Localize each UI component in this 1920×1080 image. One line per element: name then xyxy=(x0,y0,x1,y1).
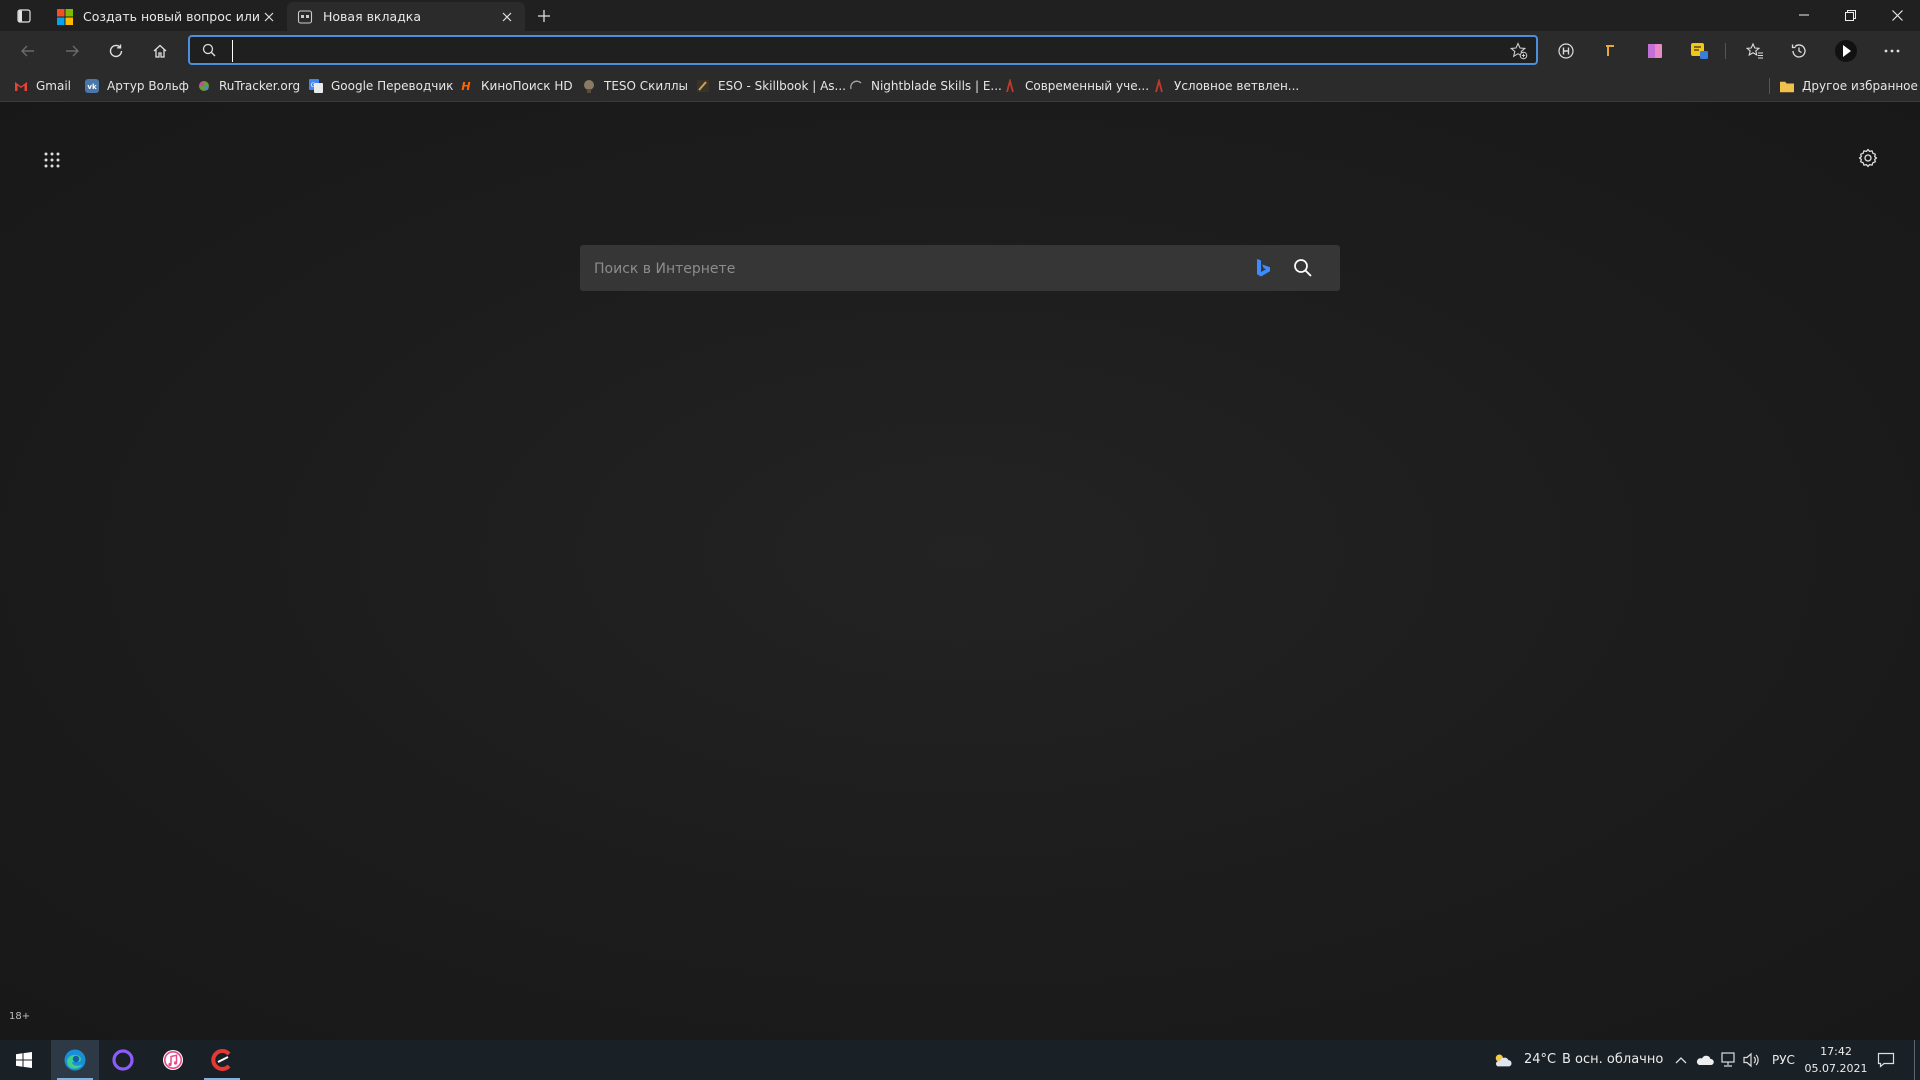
toolbar-divider xyxy=(1725,43,1726,59)
other-favorites-label: Другое избранное xyxy=(1802,79,1918,93)
more-menu-icon[interactable] xyxy=(1880,39,1904,63)
bookmark-nightblade[interactable]: Nightblade Skills | E... xyxy=(849,77,1002,95)
tab-title: Новая вкладка xyxy=(323,9,421,24)
eso-skillbook-icon xyxy=(696,79,710,93)
svg-text:G: G xyxy=(311,82,316,89)
svg-text:H: H xyxy=(461,80,470,93)
history-icon[interactable] xyxy=(1787,39,1811,63)
tab-actions-icon[interactable] xyxy=(8,4,40,28)
clock-time: 17:42 xyxy=(1820,1045,1852,1058)
bookmarks-bar: Gmail vk Артур Вольф RuTracker.org G Goo… xyxy=(0,71,1920,102)
address-bar[interactable] xyxy=(188,35,1538,65)
show-desktop-divider[interactable] xyxy=(1914,1040,1915,1080)
bookmark-label: Условное ветвлен... xyxy=(1174,79,1300,93)
bookmark-label: Артур Вольф xyxy=(107,79,189,93)
tab-close-icon[interactable] xyxy=(261,9,277,25)
tab-close-icon[interactable] xyxy=(499,9,515,25)
rutracker-icon xyxy=(197,79,211,93)
bookmark-rutracker[interactable]: RuTracker.org xyxy=(197,77,300,95)
bing-logo-icon[interactable] xyxy=(1252,257,1274,279)
bookmarks-divider xyxy=(1769,78,1770,94)
bookmark-javascript-info[interactable]: Современный уче... xyxy=(1003,77,1149,95)
weather-cloud-icon[interactable] xyxy=(1493,1050,1513,1070)
new-tab-page: 18+ xyxy=(0,102,1920,1040)
new-tab-plus-icon[interactable] xyxy=(532,5,556,27)
windows-start-icon[interactable] xyxy=(0,1040,48,1080)
javascript-info-icon xyxy=(1003,79,1017,93)
google-translate-icon: G xyxy=(309,79,323,93)
input-language[interactable]: РУС xyxy=(1772,1053,1795,1067)
gear-icon[interactable] xyxy=(1854,144,1882,172)
extension-flag-icon[interactable] xyxy=(1598,39,1622,63)
onedrive-cloud-icon[interactable] xyxy=(1695,1050,1715,1070)
kinopoisk-icon: H xyxy=(459,79,473,93)
close-window-icon[interactable] xyxy=(1874,0,1920,30)
vk-icon: vk xyxy=(85,79,99,93)
taskbar-itunes-icon[interactable] xyxy=(149,1040,197,1080)
gmail-icon xyxy=(14,79,28,93)
refresh-icon[interactable] xyxy=(100,35,132,67)
web-search-box[interactable] xyxy=(580,245,1340,293)
app-launcher-grid-icon[interactable] xyxy=(40,148,64,172)
minimize-icon[interactable] xyxy=(1781,0,1827,30)
volume-icon[interactable] xyxy=(1741,1050,1761,1070)
clock-date: 05.07.2021 xyxy=(1804,1062,1868,1075)
nightblade-icon xyxy=(849,79,863,93)
search-icon xyxy=(202,43,216,57)
javascript-info-icon xyxy=(1152,79,1166,93)
home-icon[interactable] xyxy=(144,35,176,67)
tab-new-tab[interactable]: Новая вкладка xyxy=(287,2,525,31)
new-tab-page-icon xyxy=(297,9,313,25)
add-favorite-star-icon[interactable] xyxy=(1510,42,1528,60)
bookmark-teso[interactable]: TESO Скиллы xyxy=(582,77,688,95)
chevron-up-icon[interactable] xyxy=(1671,1050,1691,1070)
taskbar-cortana-icon[interactable] xyxy=(99,1040,147,1080)
bookmark-label: RuTracker.org xyxy=(219,79,301,93)
teso-icon xyxy=(582,79,596,93)
bookmark-vk[interactable]: vk Артур Вольф xyxy=(85,77,189,95)
windows-taskbar: 24°C В осн. облачно РУС 17:42 05.07.2021 xyxy=(0,1040,1920,1080)
extension-h-icon[interactable] xyxy=(1554,39,1578,63)
restore-icon[interactable] xyxy=(1827,0,1873,30)
bookmark-eso-skillbook[interactable]: ESO - Skillbook | As... xyxy=(696,77,846,95)
bookmark-label: Gmail xyxy=(36,79,72,93)
bookmark-label: TESO Скиллы xyxy=(604,79,689,93)
bookmark-label: Современный уче... xyxy=(1025,79,1150,93)
profile-avatar-icon[interactable] xyxy=(1834,39,1858,63)
address-input[interactable] xyxy=(232,40,1477,62)
bookmark-label: Google Переводчик xyxy=(331,79,454,93)
tab-title: Создать новый вопрос или нач xyxy=(83,9,261,24)
forward-arrow-icon[interactable] xyxy=(56,35,88,67)
tab-create-question[interactable]: Создать новый вопрос или нач xyxy=(47,2,287,31)
weather-temperature[interactable]: 24°C xyxy=(1524,1052,1556,1067)
bookmark-conditional-branching[interactable]: Условное ветвлен... xyxy=(1152,77,1299,95)
taskbar-edge-icon[interactable] xyxy=(51,1040,99,1080)
notifications-icon[interactable] xyxy=(1876,1050,1896,1070)
system-clock[interactable]: 17:42 05.07.2021 xyxy=(1798,1043,1874,1077)
age-rating-badge: 18+ xyxy=(9,1011,31,1022)
weather-description[interactable]: В осн. облачно xyxy=(1562,1052,1663,1067)
search-icon[interactable] xyxy=(1290,255,1316,281)
extension-pink-icon[interactable] xyxy=(1643,39,1667,63)
toolbar xyxy=(0,31,1920,71)
svg-text:vk: vk xyxy=(87,83,97,91)
bookmark-gmail[interactable]: Gmail xyxy=(14,77,71,95)
extension-notes-icon[interactable] xyxy=(1687,39,1711,63)
bookmark-label: КиноПоиск HD xyxy=(481,79,573,93)
back-arrow-icon[interactable] xyxy=(12,35,44,67)
folder-icon xyxy=(1780,79,1794,93)
tab-strip: Создать новый вопрос или нач Новая вклад… xyxy=(0,0,1920,31)
web-search-input[interactable] xyxy=(592,245,1256,293)
favorites-icon[interactable] xyxy=(1743,39,1767,63)
bookmark-google-translate[interactable]: G Google Переводчик xyxy=(309,77,453,95)
bookmark-kinopoisk[interactable]: H КиноПоиск HD xyxy=(459,77,573,95)
other-favorites-folder[interactable]: Другое избранное xyxy=(1780,77,1918,95)
bookmark-label: ESO - Skillbook | As... xyxy=(718,79,846,93)
bookmark-label: Nightblade Skills | E... xyxy=(871,79,1002,93)
network-icon[interactable] xyxy=(1718,1050,1738,1070)
microsoft-logo-icon xyxy=(57,8,73,25)
taskbar-ccleaner-icon[interactable] xyxy=(198,1040,246,1080)
